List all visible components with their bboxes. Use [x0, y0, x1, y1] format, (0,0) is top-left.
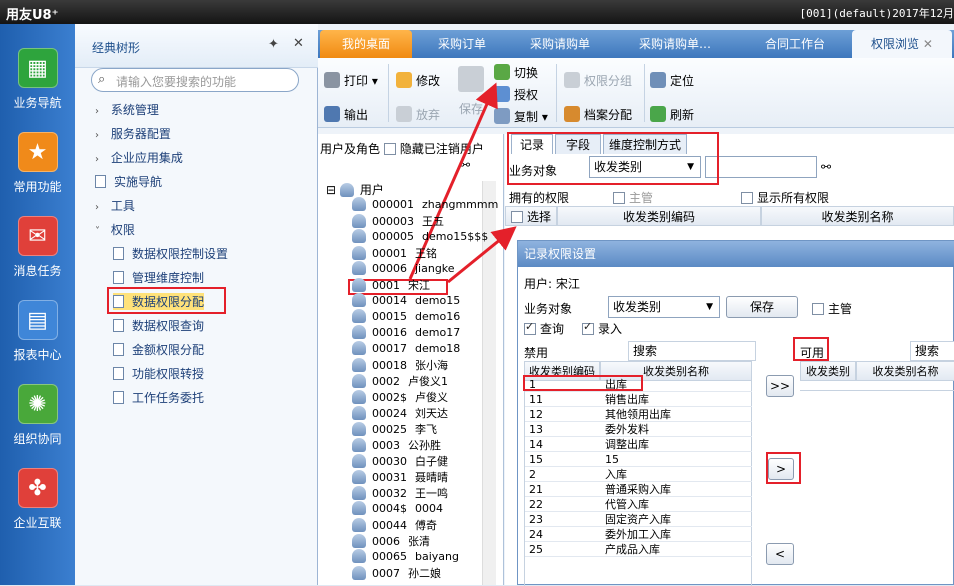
- user-icon: [352, 214, 366, 228]
- user-row[interactable]: 00031 聂晴晴: [352, 469, 448, 485]
- user-row[interactable]: 0001 宋江: [352, 277, 430, 293]
- user-icon: [352, 454, 366, 468]
- user-row[interactable]: 00014 demo15: [352, 293, 460, 307]
- user-row[interactable]: 0002$ 卢俊义: [352, 389, 448, 405]
- user-icon: [352, 534, 366, 548]
- user-row[interactable]: 00030 白子健: [352, 453, 448, 469]
- user-row[interactable]: 0003 公孙胜: [352, 437, 441, 453]
- user-icon: [352, 501, 366, 515]
- user-icon: [352, 197, 366, 211]
- user-icon: [352, 261, 366, 275]
- user-row[interactable]: 0007 孙二娘: [352, 565, 441, 581]
- user-icon: [352, 518, 366, 532]
- user-icon: [352, 341, 366, 355]
- user-icon: [352, 486, 366, 500]
- user-row[interactable]: 00001 王铭: [352, 245, 437, 261]
- user-row[interactable]: 000001 zhangmmmm: [352, 197, 498, 211]
- user-icon: [352, 293, 366, 307]
- user-icon: [352, 438, 366, 452]
- user-icon: [352, 470, 366, 484]
- user-icon: [352, 246, 366, 260]
- user-icon: [352, 358, 366, 372]
- user-row[interactable]: 00018 张小海: [352, 357, 448, 373]
- user-icon: [352, 309, 366, 323]
- user-row[interactable]: 000003 王五: [352, 213, 444, 229]
- user-icon: [352, 422, 366, 436]
- user-row[interactable]: 00044 傅奇: [352, 517, 437, 533]
- user-icon: [352, 325, 366, 339]
- user-row[interactable]: 000005 demo15$$$: [352, 229, 488, 243]
- user-row[interactable]: 00017 demo18: [352, 341, 460, 355]
- user-icon: [352, 374, 366, 388]
- user-row[interactable]: 00016 demo17: [352, 325, 460, 339]
- user-row[interactable]: 0004$ 0004: [352, 501, 443, 515]
- user-icon: [352, 549, 366, 563]
- user-row[interactable]: 00065 baiyang: [352, 549, 459, 563]
- user-row[interactable]: 00024 刘天达: [352, 405, 448, 421]
- user-icon: [352, 278, 366, 292]
- user-icon: [352, 229, 366, 243]
- annotation-arrows: [408, 82, 517, 284]
- user-icon: [352, 390, 366, 404]
- user-row[interactable]: 00025 李飞: [352, 421, 437, 437]
- user-row[interactable]: 00006 jiangke: [352, 261, 455, 275]
- user-icon: [352, 566, 366, 580]
- user-row[interactable]: 00032 王一鸣: [352, 485, 448, 501]
- user-row[interactable]: 0002 卢俊义1: [352, 373, 448, 389]
- user-row[interactable]: 0006 张清: [352, 533, 430, 549]
- user-row[interactable]: 00015 demo16: [352, 309, 460, 323]
- user-icon: [352, 406, 366, 420]
